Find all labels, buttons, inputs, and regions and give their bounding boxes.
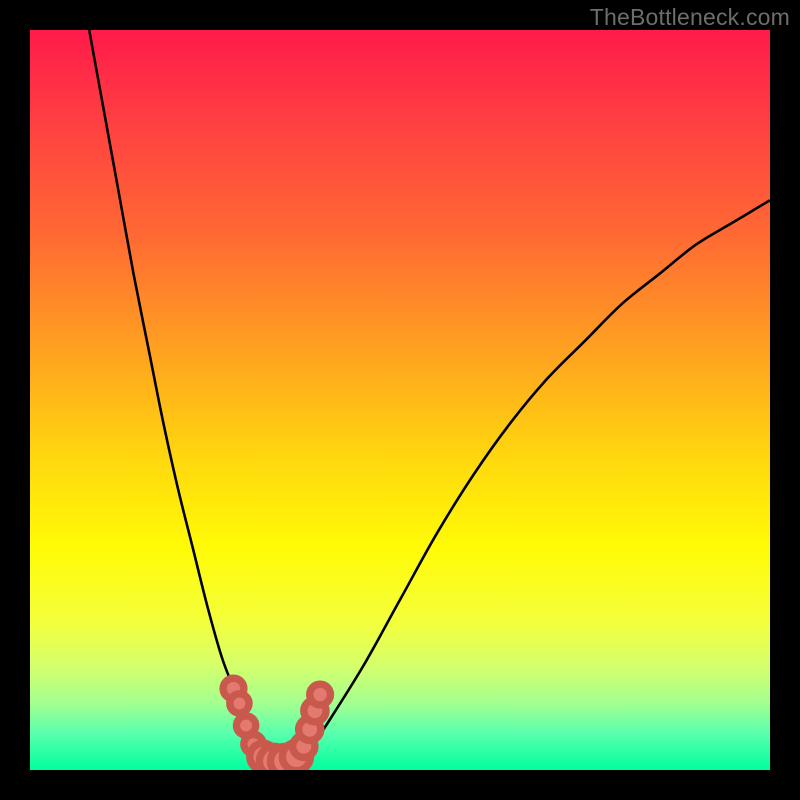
chart-svg xyxy=(30,30,770,770)
watermark-text: TheBottleneck.com xyxy=(590,4,790,31)
plot-area xyxy=(30,30,770,770)
bottleneck-curve xyxy=(89,30,770,764)
outer-frame: TheBottleneck.com xyxy=(0,0,800,800)
curve-marker xyxy=(230,694,249,713)
curve-markers xyxy=(223,678,330,770)
curve-marker xyxy=(310,684,331,705)
